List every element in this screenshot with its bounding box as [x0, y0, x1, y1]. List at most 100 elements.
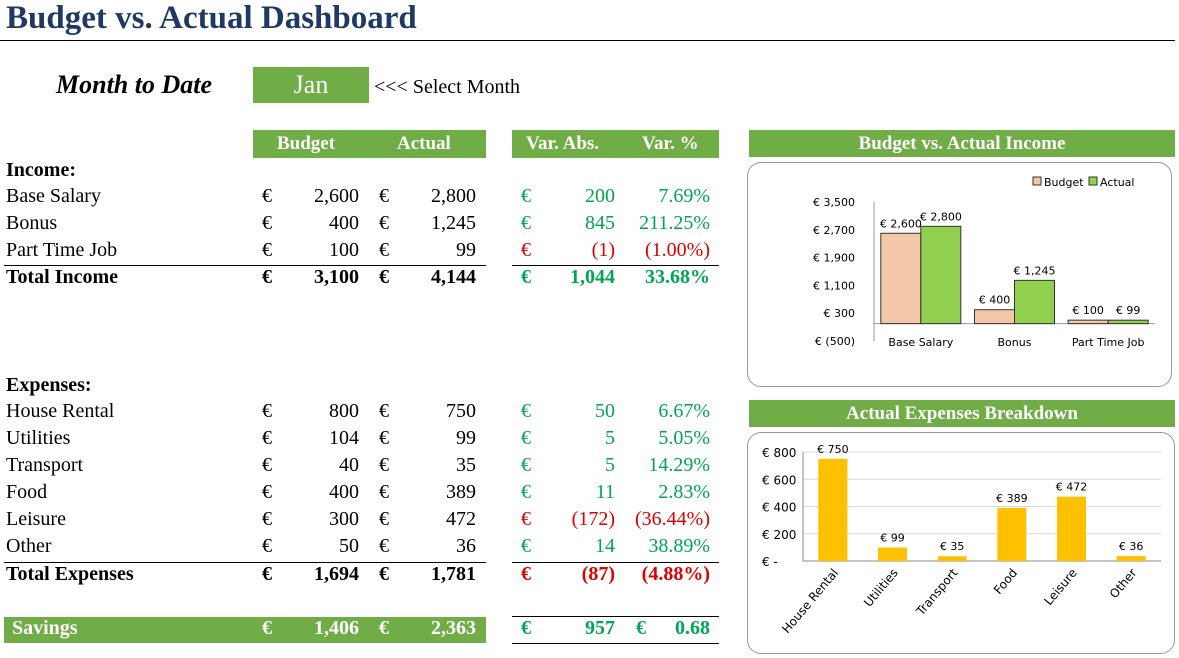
legend-label: Actual: [1100, 176, 1134, 189]
row-label: Part Time Job: [6, 239, 118, 261]
expense-bar: [1116, 556, 1146, 561]
actual-value: 99: [456, 427, 476, 449]
currency-symbol: €: [379, 563, 389, 585]
currency-symbol: €: [379, 266, 389, 288]
currency-symbol: €: [262, 563, 272, 585]
savings-var-pct-value: 0.68: [675, 617, 710, 639]
actual-value: 2,800: [431, 185, 476, 207]
row-label: Food: [6, 481, 48, 503]
currency-symbol: €: [521, 454, 531, 476]
currency-symbol: €: [262, 617, 272, 639]
currency-symbol: €: [636, 617, 646, 639]
income-heading: Income:: [6, 159, 76, 181]
budget-bar: [880, 232, 922, 325]
currency-symbol: €: [262, 239, 272, 261]
currency-symbol: €: [521, 617, 531, 639]
month-select[interactable]: Jan: [253, 67, 369, 103]
currency-symbol: €: [262, 400, 272, 422]
budget-value: 300: [329, 508, 359, 530]
legend-label: Budget: [1044, 176, 1084, 189]
currency-symbol: €: [521, 535, 531, 557]
savings-budget-value: 1,406: [314, 617, 359, 639]
variance-abs-value: 50: [595, 400, 615, 422]
currency-symbol: €: [379, 481, 389, 503]
budget-bar: [974, 309, 1015, 325]
budget-value: 100: [329, 239, 359, 261]
variance-abs-value: 200: [585, 185, 615, 207]
row-label: Other: [6, 535, 52, 557]
expenses-heading: Expenses:: [6, 374, 92, 396]
actual-bar: [920, 225, 962, 325]
actual-value: 1,245: [431, 212, 476, 234]
data-label: € 750: [817, 443, 849, 456]
row-label: Transport: [6, 454, 84, 476]
currency-symbol: €: [521, 185, 531, 207]
expenses-chart-title: Actual Expenses Breakdown: [749, 400, 1175, 427]
savings-actual-value: 2,363: [431, 617, 476, 639]
budget-value: 400: [329, 212, 359, 234]
currency-symbol: €: [379, 508, 389, 530]
savings-var-abs-value: 957: [585, 617, 615, 639]
actual-header: Actual: [397, 133, 451, 154]
currency-symbol: €: [262, 454, 272, 476]
y-tick-label: € 600: [762, 473, 796, 487]
legend-swatch: [1032, 176, 1042, 186]
budget-header: Budget: [277, 133, 336, 154]
data-label: € 36: [1119, 540, 1144, 553]
x-tick-label: Food: [991, 566, 1020, 597]
variance-abs-value: 5: [605, 454, 615, 476]
currency-symbol: €: [521, 239, 531, 261]
budget-value: 40: [339, 454, 359, 476]
budget-value: 50: [339, 535, 359, 557]
variance-abs-value: (87): [581, 563, 615, 585]
currency-symbol: €: [262, 427, 272, 449]
y-tick-label: € 3,500: [813, 196, 855, 209]
y-tick-label: € 2,700: [813, 224, 855, 237]
y-tick-label: € 1,100: [813, 279, 855, 292]
data-label: € 1,245: [1014, 264, 1056, 277]
y-tick-label: € 200: [762, 528, 796, 542]
expense-bar: [1057, 496, 1086, 561]
expenses-chart-svg: € 800 € 600 € 400 € 200 € - € 750 House Rental…: [762, 443, 1161, 636]
month-to-date-label: Month to Date: [56, 70, 213, 99]
currency-symbol: €: [262, 266, 272, 288]
select-month-hint: <<< Select Month: [374, 76, 521, 98]
currency-symbol: €: [262, 185, 272, 207]
data-label: € 389: [996, 492, 1028, 505]
budget-value: 1,694: [314, 563, 359, 585]
currency-symbol: €: [521, 212, 531, 234]
data-label: € 2,600: [880, 217, 922, 230]
data-label: € 35: [940, 540, 965, 553]
y-tick-label: € 800: [762, 446, 796, 460]
x-tick-label: Leisure: [1041, 566, 1079, 608]
x-tick-label: Other: [1107, 566, 1140, 601]
title-divider: [0, 40, 1175, 41]
var-abs-header: Var. Abs.: [526, 133, 600, 154]
budget-actual-header: Budget Actual: [253, 130, 486, 158]
variance-abs-value: 14: [595, 535, 615, 557]
expense-bar: [937, 556, 967, 561]
budget-value: 104: [329, 427, 359, 449]
budget-bar: [1067, 319, 1109, 325]
x-tick-label: Bonus: [998, 336, 1032, 349]
x-tick-label: House Rental: [779, 566, 841, 636]
income-chart: € 3,500 € 2,700 € 1,900 € 1,100 € 300 € (500)…: [747, 162, 1172, 387]
currency-symbol: €: [521, 508, 531, 530]
actual-bar: [1014, 279, 1055, 325]
y-tick-label: € 1,900: [813, 252, 855, 265]
expense-bar: [997, 507, 1027, 561]
budget-value: 3,100: [314, 266, 359, 288]
x-tick-label: Transport: [913, 566, 961, 619]
actual-value: 35: [456, 454, 476, 476]
row-label: Bonus: [6, 212, 58, 234]
variance-pct-value: 211.25%: [639, 212, 710, 234]
row-label: Leisure: [6, 508, 66, 530]
currency-symbol: €: [521, 481, 531, 503]
actual-value: 750: [446, 400, 476, 422]
budget-value: 2,600: [314, 185, 359, 207]
y-tick-label: € 300: [824, 307, 856, 320]
row-label: Total Expenses: [6, 563, 134, 585]
data-label: € 99: [880, 532, 905, 545]
x-tick-label: Part Time Job: [1072, 336, 1145, 349]
dashboard-title: Budget vs. Actual Dashboard: [6, 0, 417, 36]
